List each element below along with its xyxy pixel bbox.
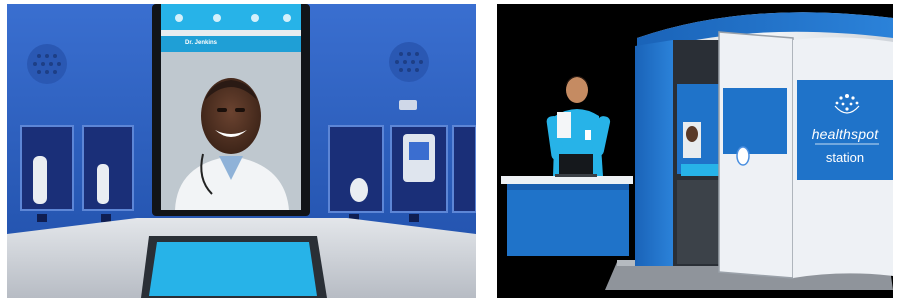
- kiosk-interior-illustration: [7, 4, 476, 298]
- doctor-face: [201, 78, 261, 154]
- desk-front: [507, 184, 629, 256]
- screen-header-text: Dr. Jenkins: [185, 40, 218, 46]
- healthspot-station-photo: healthspot station: [497, 4, 893, 298]
- brand-name: healthspot: [811, 126, 879, 142]
- touch-screen: [149, 242, 317, 296]
- speaker-grille-left: [27, 44, 67, 84]
- kiosk-interior-photo: Dr. Jenkins: [7, 4, 476, 298]
- laptop: [559, 154, 593, 176]
- booth-door: [718, 31, 794, 279]
- otoscope-device: [97, 164, 109, 204]
- stethoscope-device: [350, 178, 368, 202]
- thermometer-device: [33, 156, 47, 204]
- desk-top: [501, 176, 633, 184]
- speaker-grille-right: [389, 42, 429, 82]
- brand-subtitle: station: [825, 150, 865, 165]
